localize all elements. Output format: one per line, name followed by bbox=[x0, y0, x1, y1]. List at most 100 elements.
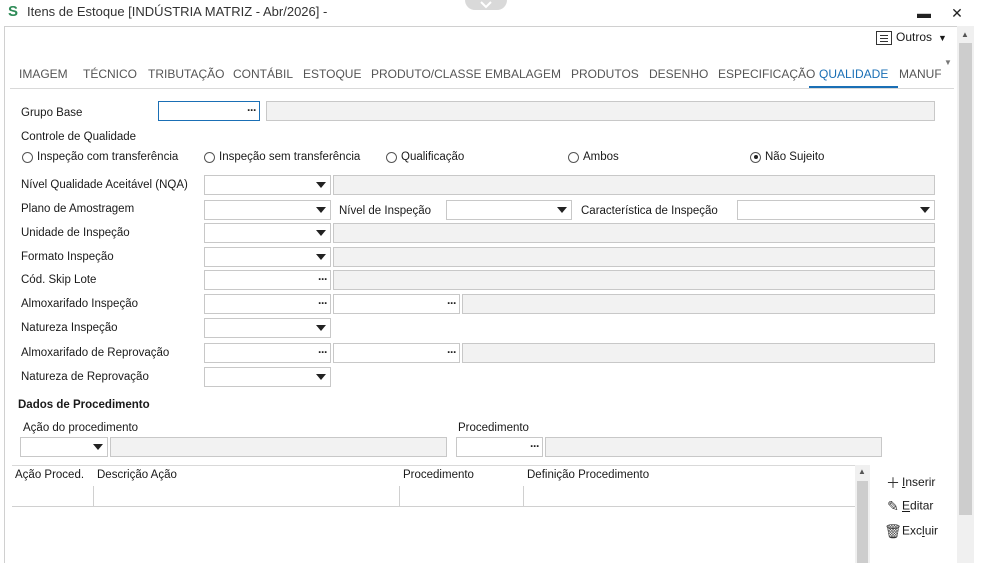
column-header-descricao[interactable]: Descrição Ação bbox=[97, 469, 177, 481]
tab-scroll-icon[interactable]: ▼ bbox=[944, 58, 952, 67]
inserir-label: nserir bbox=[905, 475, 936, 490]
ellipsis-icon[interactable]: ··· bbox=[318, 272, 328, 286]
caracteristica-inspecao-label: Característica de Inspeção bbox=[581, 205, 718, 217]
procedimento-grid[interactable]: Ação Proced. Descrição Ação Procedimento… bbox=[12, 465, 855, 563]
grupo-base-label: Grupo Base bbox=[21, 107, 83, 119]
collapse-handle[interactable] bbox=[465, 0, 507, 10]
tab-manuf[interactable]: MANUF bbox=[899, 62, 941, 88]
radio-circle[interactable] bbox=[22, 151, 33, 163]
ellipsis-icon[interactable]: ··· bbox=[447, 296, 457, 310]
caret-down-icon bbox=[316, 230, 326, 236]
skip-lote-label: Cód. Skip Lote bbox=[21, 274, 97, 286]
ellipsis-icon[interactable]: ··· bbox=[318, 296, 328, 310]
tab-contabil[interactable]: CONTÁBIL bbox=[233, 62, 293, 88]
procedimento-input[interactable]: ··· bbox=[456, 437, 543, 457]
tab-especificacao[interactable]: ESPECIFICAÇÃO bbox=[718, 62, 815, 88]
radio-circle[interactable] bbox=[204, 151, 215, 163]
scroll-up-icon[interactable]: ▲ bbox=[858, 467, 866, 476]
tab-produtos[interactable]: PRODUTOS bbox=[571, 62, 639, 88]
ellipsis-icon[interactable]: ··· bbox=[530, 439, 540, 453]
excluir-label-pre: Exc bbox=[902, 523, 923, 538]
natureza-inspecao-label: Natureza Inspeção bbox=[21, 322, 118, 334]
table-row[interactable] bbox=[12, 506, 855, 507]
nqa-select[interactable] bbox=[204, 175, 331, 195]
acao-procedimento-select[interactable] bbox=[20, 437, 108, 457]
plano-amostragem-select[interactable] bbox=[204, 200, 331, 220]
dados-procedimento-heading: Dados de Procedimento bbox=[18, 399, 150, 411]
unidade-inspecao-select[interactable] bbox=[204, 223, 331, 243]
tab-desenho[interactable]: DESENHO bbox=[649, 62, 708, 88]
radio-nao-sujeito[interactable]: Não Sujeito bbox=[750, 151, 824, 163]
tab-embalagem[interactable]: EMBALAGEM bbox=[485, 62, 561, 88]
caret-down-icon: ▼ bbox=[938, 33, 947, 43]
acao-procedimento-label: Ação do procedimento bbox=[23, 422, 139, 434]
almox-inspecao-local-input[interactable]: ··· bbox=[333, 294, 460, 314]
skip-lote-input[interactable]: ··· bbox=[204, 270, 331, 290]
tab-tecnico[interactable]: TÉCNICO bbox=[83, 62, 137, 88]
formato-inspecao-select[interactable] bbox=[204, 247, 331, 267]
radio-ambos[interactable]: Ambos bbox=[568, 151, 619, 163]
radio-label: Qualificação bbox=[401, 151, 465, 163]
column-header-definicao[interactable]: Definição Procedimento bbox=[527, 469, 649, 481]
scroll-thumb[interactable] bbox=[959, 43, 972, 515]
caret-down-icon bbox=[557, 207, 567, 213]
almox-inspecao-label: Almoxarifado Inspeção bbox=[21, 298, 138, 310]
nivel-inspecao-select[interactable] bbox=[446, 200, 572, 220]
natureza-reprovacao-label: Natureza de Reprovação bbox=[21, 371, 149, 383]
vertical-scrollbar[interactable]: ▲ bbox=[957, 26, 974, 563]
grupo-base-input[interactable]: ··· bbox=[158, 101, 260, 121]
tab-tributacao[interactable]: TRIBUTAÇÃO bbox=[148, 62, 224, 88]
radio-label: Inspeção sem transferência bbox=[219, 151, 361, 163]
outros-button[interactable]: Outros ▼ bbox=[876, 30, 947, 50]
almox-reprovacao-label: Almoxarifado de Reprovação bbox=[21, 347, 170, 359]
minimize-button[interactable]: ▬ bbox=[913, 2, 935, 24]
unidade-inspecao-description bbox=[333, 223, 935, 243]
ellipsis-icon[interactable]: ··· bbox=[318, 345, 328, 359]
caret-down-icon bbox=[920, 207, 930, 213]
nqa-description bbox=[333, 175, 935, 195]
ellipsis-icon[interactable]: ··· bbox=[447, 345, 457, 359]
column-divider bbox=[93, 486, 94, 506]
acao-procedimento-description bbox=[110, 437, 447, 457]
inserir-button[interactable]: ＋ Inserir bbox=[884, 473, 935, 493]
natureza-reprovacao-select[interactable] bbox=[204, 367, 331, 387]
caret-down-icon bbox=[316, 325, 326, 331]
skip-lote-description bbox=[333, 270, 935, 290]
tab-produto-classe[interactable]: PRODUTO/CLASSE bbox=[371, 62, 481, 88]
grupo-base-description bbox=[266, 101, 935, 121]
caret-down-icon bbox=[316, 182, 326, 188]
radio-label: Inspeção com transferência bbox=[37, 151, 179, 163]
excluir-button[interactable]: 🗑Excluir bbox=[884, 523, 938, 540]
tab-imagem[interactable]: IMAGEM bbox=[19, 62, 68, 88]
almox-reprovacao-local-input[interactable]: ··· bbox=[333, 343, 460, 363]
ellipsis-icon[interactable]: ··· bbox=[247, 103, 257, 117]
editar-label: ditar bbox=[910, 498, 934, 513]
outros-label: Outros bbox=[896, 30, 933, 44]
window-title: Itens de Estoque [INDÚSTRIA MATRIZ - Abr… bbox=[27, 4, 328, 19]
plus-icon: ＋ bbox=[886, 475, 900, 491]
editar-button[interactable]: ✎ Editar bbox=[884, 498, 933, 515]
caret-down-icon bbox=[316, 254, 326, 260]
caret-down-icon bbox=[316, 374, 326, 380]
grid-scrollbar[interactable]: ▲ bbox=[855, 465, 870, 563]
radio-qualificacao[interactable]: Qualificação bbox=[386, 151, 464, 163]
almox-inspecao-input[interactable]: ··· bbox=[204, 294, 331, 314]
radio-inspecao-sem-transferencia[interactable]: Inspeção sem transferência bbox=[204, 151, 360, 163]
caret-down-icon bbox=[316, 207, 326, 213]
scroll-up-icon[interactable]: ▲ bbox=[961, 30, 969, 39]
radio-circle-selected[interactable] bbox=[750, 151, 761, 163]
scroll-thumb[interactable] bbox=[857, 481, 868, 563]
tab-qualidade[interactable]: QUALIDADE bbox=[809, 62, 899, 88]
plano-amostragem-label: Plano de Amostragem bbox=[21, 203, 135, 215]
natureza-inspecao-select[interactable] bbox=[204, 318, 331, 338]
almox-reprovacao-input[interactable]: ··· bbox=[204, 343, 331, 363]
column-header-acao[interactable]: Ação Proced. bbox=[15, 469, 84, 481]
close-button[interactable]: ✕ bbox=[946, 2, 968, 24]
radio-circle[interactable] bbox=[386, 151, 397, 163]
chevron-down-icon bbox=[480, 1, 492, 9]
radio-circle[interactable] bbox=[568, 151, 579, 163]
radio-inspecao-com-transferencia[interactable]: Inspeção com transferência bbox=[22, 151, 178, 163]
column-header-procedimento[interactable]: Procedimento bbox=[403, 469, 474, 481]
caracteristica-inspecao-select[interactable] bbox=[737, 200, 935, 220]
tab-estoque[interactable]: ESTOQUE bbox=[303, 62, 361, 88]
